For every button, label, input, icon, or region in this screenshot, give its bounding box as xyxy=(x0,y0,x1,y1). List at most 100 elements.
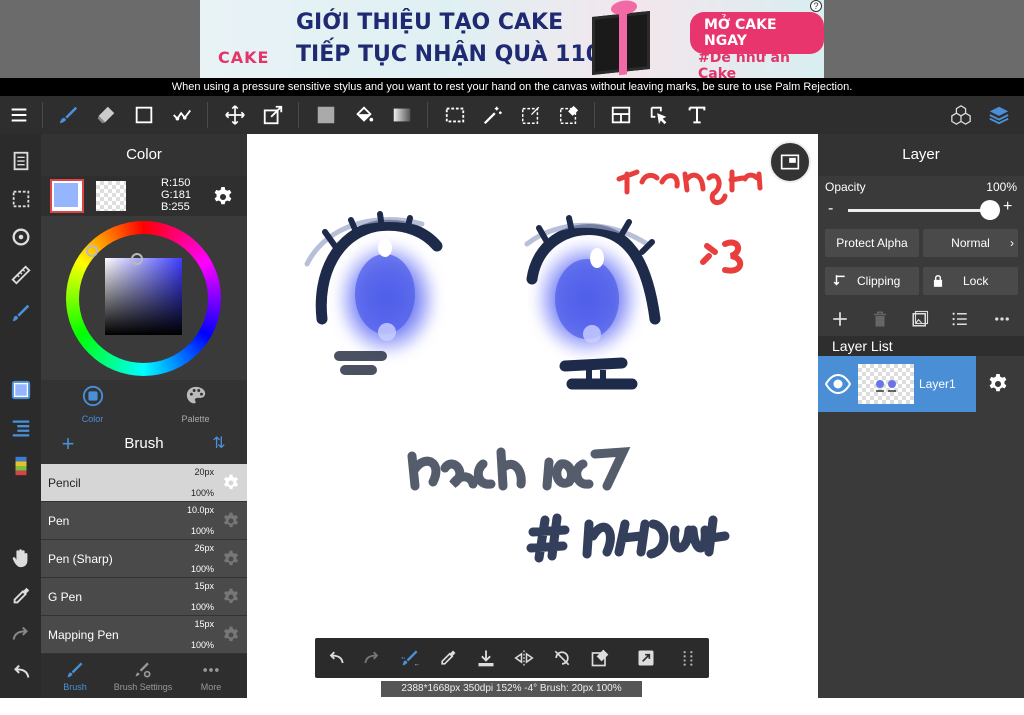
rgb-readout: R:150 G:181 B:255 xyxy=(161,177,191,213)
main-color-swatch[interactable] xyxy=(50,179,84,213)
stabilizer-brush-icon[interactable] xyxy=(392,638,428,678)
canvas-reference-button[interactable] xyxy=(769,141,811,183)
blend-mode-select[interactable]: Normal › xyxy=(923,229,1018,257)
save-download-icon[interactable] xyxy=(468,638,504,678)
layer-list-icon[interactable] xyxy=(0,410,41,446)
palette-icon xyxy=(186,386,205,404)
tab-palette[interactable]: Palette xyxy=(144,380,247,424)
eyedropper-icon[interactable] xyxy=(0,578,41,614)
text-tool-icon[interactable] xyxy=(678,96,716,134)
lock-button[interactable]: Lock xyxy=(923,267,1018,295)
materials-icon[interactable] xyxy=(942,96,980,134)
color-slider-icon[interactable] xyxy=(0,448,41,484)
color-wheel-area xyxy=(41,216,247,380)
select-eraser-icon[interactable] xyxy=(550,96,588,134)
brush-tool-icon[interactable] xyxy=(49,96,87,134)
menu-icon[interactable] xyxy=(0,96,38,134)
brush-pen-icon[interactable] xyxy=(0,295,41,331)
fill-color-icon[interactable] xyxy=(307,96,345,134)
layer-list-menu-icon[interactable] xyxy=(940,302,980,336)
color-swatch-icon[interactable] xyxy=(0,372,41,408)
brush-settings-gear-icon[interactable] xyxy=(221,549,241,569)
frame-divider-icon[interactable] xyxy=(602,96,640,134)
layer-settings-gear-icon[interactable] xyxy=(986,372,1010,396)
opacity-decrease-button[interactable]: - xyxy=(828,200,833,218)
visibility-eye-icon[interactable] xyxy=(825,373,851,395)
rotate-reset-icon[interactable] xyxy=(544,638,580,678)
quick-access-toolbar xyxy=(315,638,709,678)
opacity-slider-track[interactable] xyxy=(848,209,988,212)
shape-tool-icon[interactable] xyxy=(125,96,163,134)
undo-icon[interactable] xyxy=(0,654,41,690)
ad-headline: GIỚI THIỆU TẠO CAKE xyxy=(296,10,564,35)
ad-strip: CAKE GIỚI THIỆU TẠO CAKE TIẾP TỤC NHẬN Q… xyxy=(0,0,1024,78)
ad-banner[interactable]: CAKE GIỚI THIỆU TẠO CAKE TIẾP TỤC NHẬN Q… xyxy=(200,0,824,78)
clear-layer-icon[interactable] xyxy=(582,638,618,678)
redo-icon[interactable] xyxy=(354,638,390,678)
tab-brush-settings[interactable]: Brush Settings xyxy=(109,654,177,698)
ad-info-icon[interactable]: ? xyxy=(810,0,822,12)
tab-brush[interactable]: Brush xyxy=(41,654,109,698)
import-image-icon[interactable] xyxy=(900,302,940,336)
protect-alpha-button[interactable]: Protect Alpha xyxy=(825,229,919,257)
operation-tool-icon[interactable] xyxy=(640,96,678,134)
clipping-button[interactable]: Clipping xyxy=(825,267,919,295)
tab-color[interactable]: Color xyxy=(41,380,144,424)
layer-more-icon[interactable] xyxy=(982,302,1022,336)
select-pen-icon[interactable] xyxy=(512,96,550,134)
lock-label: Lock xyxy=(963,274,989,288)
correction-tool-icon[interactable] xyxy=(163,96,201,134)
bucket-tool-icon[interactable] xyxy=(345,96,383,134)
magic-wand-icon[interactable] xyxy=(474,96,512,134)
rgb-r: R:150 xyxy=(161,177,191,189)
layer-panel: Layer Opacity 100% - + Protect Alpha Nor… xyxy=(818,134,1024,698)
hand-tool-icon[interactable] xyxy=(0,540,41,576)
hue-knob[interactable] xyxy=(86,245,98,257)
sub-color-swatch[interactable] xyxy=(96,181,126,211)
flip-horizontal-icon[interactable] xyxy=(506,638,542,678)
fullscreen-edit-icon[interactable] xyxy=(628,638,664,678)
saturation-value-square[interactable] xyxy=(105,258,182,335)
move-tool-icon[interactable] xyxy=(216,96,254,134)
brush-row-g-pen[interactable]: G Pen 15px 100% xyxy=(41,578,247,616)
brush-settings-gear-icon[interactable] xyxy=(221,587,241,607)
tab-more-label: More xyxy=(200,682,222,692)
page-icon[interactable] xyxy=(0,143,41,179)
add-layer-icon[interactable] xyxy=(820,302,860,336)
rgb-g: G:181 xyxy=(161,189,191,201)
transform-tool-icon[interactable] xyxy=(254,96,292,134)
selection-icon[interactable] xyxy=(0,181,41,217)
undo-icon[interactable] xyxy=(318,638,354,678)
opacity-slider-knob[interactable] xyxy=(980,200,1000,220)
sort-brush-icon[interactable]: ⇅ xyxy=(209,424,229,464)
snap-icon[interactable] xyxy=(0,219,41,255)
add-brush-icon[interactable]: + xyxy=(57,424,79,464)
eyedropper-icon[interactable] xyxy=(430,638,466,678)
select-tool-icon[interactable] xyxy=(436,96,474,134)
brush-name: G Pen xyxy=(48,590,83,604)
redo-icon[interactable] xyxy=(0,616,41,652)
brush-settings-gear-icon[interactable] xyxy=(221,625,241,645)
brush-row-pen-sharp[interactable]: Pen (Sharp) 26px 100% xyxy=(41,540,247,578)
sv-knob[interactable] xyxy=(131,253,143,265)
color-settings-gear-icon[interactable] xyxy=(211,185,235,209)
left-sidebar xyxy=(0,134,41,698)
gradient-tool-icon[interactable] xyxy=(383,96,421,134)
opacity-increase-button[interactable]: + xyxy=(1003,198,1012,216)
lock-icon xyxy=(933,275,943,287)
layers-icon[interactable] xyxy=(980,96,1018,134)
layer-row[interactable]: Layer1 xyxy=(818,356,976,412)
brush-settings-gear-icon[interactable] xyxy=(221,473,241,493)
brush-row-pen[interactable]: Pen 10.0px 100% xyxy=(41,502,247,540)
brush-row-pencil[interactable]: Pencil 20px 100% xyxy=(41,464,247,502)
tab-more[interactable]: More xyxy=(177,654,245,698)
brush-row-mapping-pen[interactable]: Mapping Pen 15px 100% xyxy=(41,616,247,654)
ruler-icon[interactable] xyxy=(0,257,41,293)
eraser-tool-icon[interactable] xyxy=(87,96,125,134)
ad-cta-button[interactable]: MỞ CAKE NGAY xyxy=(690,12,824,54)
brush-settings-gear-icon[interactable] xyxy=(221,511,241,531)
delete-layer-icon[interactable] xyxy=(860,302,900,336)
drag-handle-icon[interactable] xyxy=(670,638,706,678)
drawing-canvas[interactable] xyxy=(247,134,818,698)
brush-list: Pencil 20px 100% Pen 10.0px 100% Pen (Sh… xyxy=(41,464,247,654)
